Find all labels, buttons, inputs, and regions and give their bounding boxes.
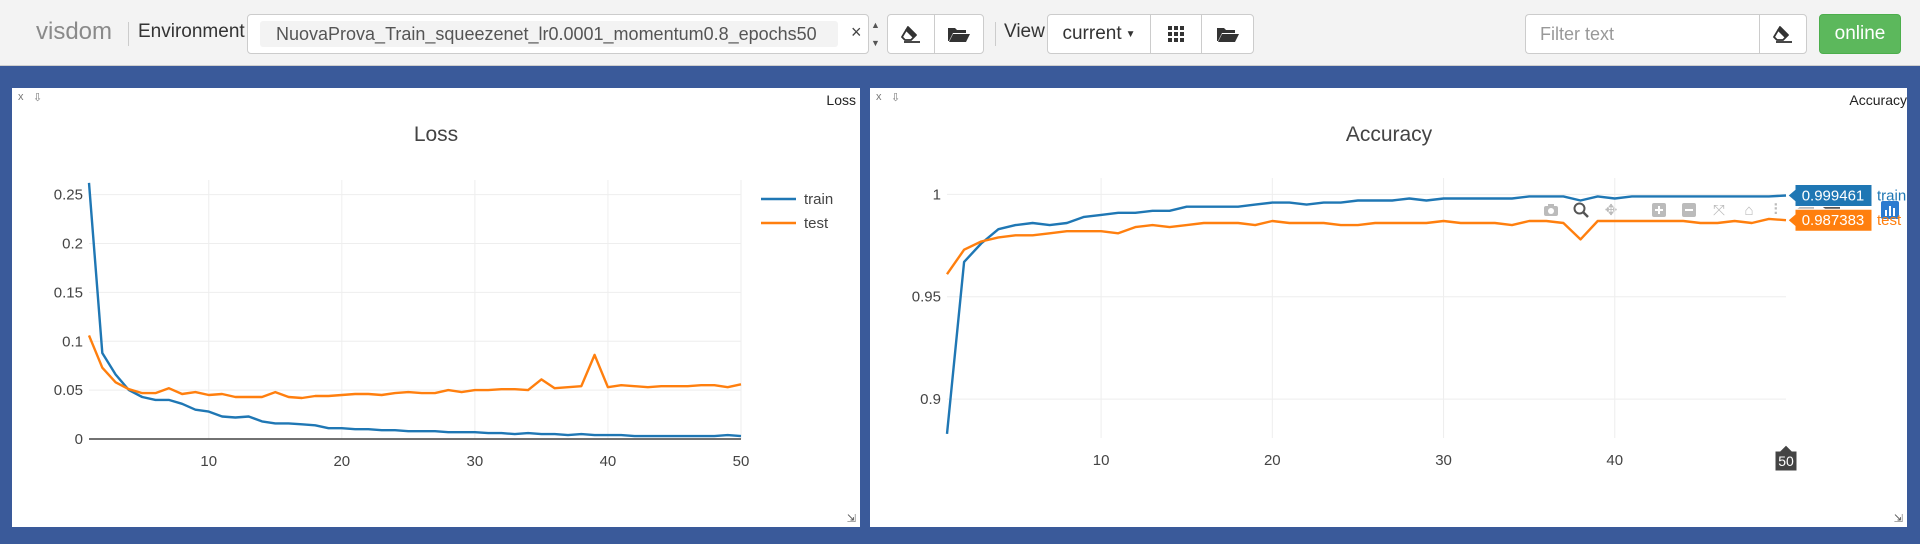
- y-tick-label: 0.95: [912, 289, 941, 306]
- view-select-value: current: [1062, 23, 1122, 44]
- tooltip-value: 0.987383: [1802, 212, 1865, 229]
- arrow-up-icon[interactable]: ▲: [871, 20, 880, 30]
- tooltip-series-name: test: [1877, 212, 1902, 229]
- tooltip-series-name: train: [1877, 187, 1906, 204]
- x-tick-label: 40: [1606, 452, 1623, 469]
- repack-grid-button[interactable]: [1150, 14, 1202, 54]
- tooltip-value: 0.999461: [1802, 187, 1865, 204]
- accuracy-plot[interactable]: 10 20 30 40 0.9 0.95 1 0.999461 train 0.987383 tes…: [870, 88, 1907, 527]
- caret-down-icon: ▼: [1125, 28, 1136, 40]
- y-tick-label: 0.25: [54, 187, 83, 204]
- series-line-test: [946, 217, 1787, 275]
- x-tick-label: 30: [467, 453, 484, 470]
- legend-label-test: test: [804, 215, 829, 232]
- y-tick-label: 0.05: [54, 382, 83, 399]
- x-tick-label: 40: [600, 453, 617, 470]
- accuracy-pane[interactable]: x ⇩ Accuracy Accuracy ✥ ⤧ ⌂ ⠇ 10 20 30 40 0.…: [870, 88, 1907, 527]
- y-tick-label: 1: [933, 186, 941, 203]
- y-tick-label: 0.15: [54, 284, 83, 301]
- resize-handle-icon[interactable]: ⇲: [847, 512, 856, 525]
- filter-text-input[interactable]: [1525, 14, 1760, 54]
- y-tick-label: 0: [75, 431, 83, 448]
- legend-label-train: train: [804, 191, 833, 208]
- environment-tag[interactable]: NuovaProva_Train_squeezenet_lr0.0001_mom…: [260, 21, 838, 47]
- series-line-test: [87, 334, 742, 400]
- resize-handle-icon[interactable]: ⇲: [1894, 512, 1903, 525]
- y-tick-label: 0.9: [920, 391, 941, 408]
- grid-icon: [1168, 26, 1184, 42]
- x-tick-label: 10: [200, 453, 217, 470]
- hover-tooltip-train[interactable]: 0.999461 train: [1787, 183, 1906, 207]
- top-navbar: visdom Environment NuovaProva_Train_sque…: [0, 0, 1920, 66]
- eraser-icon: [1773, 26, 1792, 43]
- hover-tooltip-test[interactable]: 0.987383 test: [1787, 208, 1902, 232]
- x-tick-label: 50: [733, 453, 750, 470]
- hover-x-value: 50: [1778, 453, 1794, 469]
- folder-open-icon: [948, 28, 970, 42]
- environment-stepper[interactable]: ▲ ▼: [868, 14, 884, 54]
- arrow-down-icon[interactable]: ▼: [871, 38, 880, 48]
- folder-open-icon: [1216, 28, 1239, 42]
- eraser-icon: [901, 26, 920, 43]
- view-label: View: [1004, 21, 1045, 42]
- series-line-train: [87, 182, 742, 438]
- y-tick-label: 0.2: [62, 236, 83, 253]
- brand-logo: visdom: [36, 18, 113, 45]
- clear-environment-button[interactable]: [887, 14, 935, 54]
- view-select[interactable]: current ▼: [1047, 14, 1151, 54]
- x-tick-label: 30: [1435, 452, 1452, 469]
- clear-environment-icon[interactable]: ×: [851, 22, 862, 43]
- navbar-divider: [995, 22, 996, 46]
- x-tick-label: 20: [1264, 452, 1281, 469]
- manage-environment-button[interactable]: [934, 14, 984, 54]
- clear-filter-button[interactable]: [1759, 14, 1807, 54]
- environment-label: Environment: [138, 21, 245, 42]
- y-tick-label: 0.1: [62, 333, 83, 350]
- connection-status-button[interactable]: online: [1819, 14, 1901, 54]
- loss-pane[interactable]: x ⇩ Loss Loss 10 20 30 40 50 0 0.05 0.1 0.15 0.2 0…: [12, 88, 860, 527]
- navbar-divider: [128, 22, 129, 46]
- x-tick-label: 20: [333, 453, 350, 470]
- environment-select[interactable]: NuovaProva_Train_squeezenet_lr0.0001_mom…: [247, 14, 869, 54]
- x-tick-label: 10: [1093, 452, 1110, 469]
- manage-views-button[interactable]: [1201, 14, 1254, 54]
- hover-x-label: 50: [1774, 444, 1798, 472]
- loss-plot[interactable]: 10 20 30 40 50 0 0.05 0.1 0.15 0.2 0.25 train test: [12, 88, 860, 527]
